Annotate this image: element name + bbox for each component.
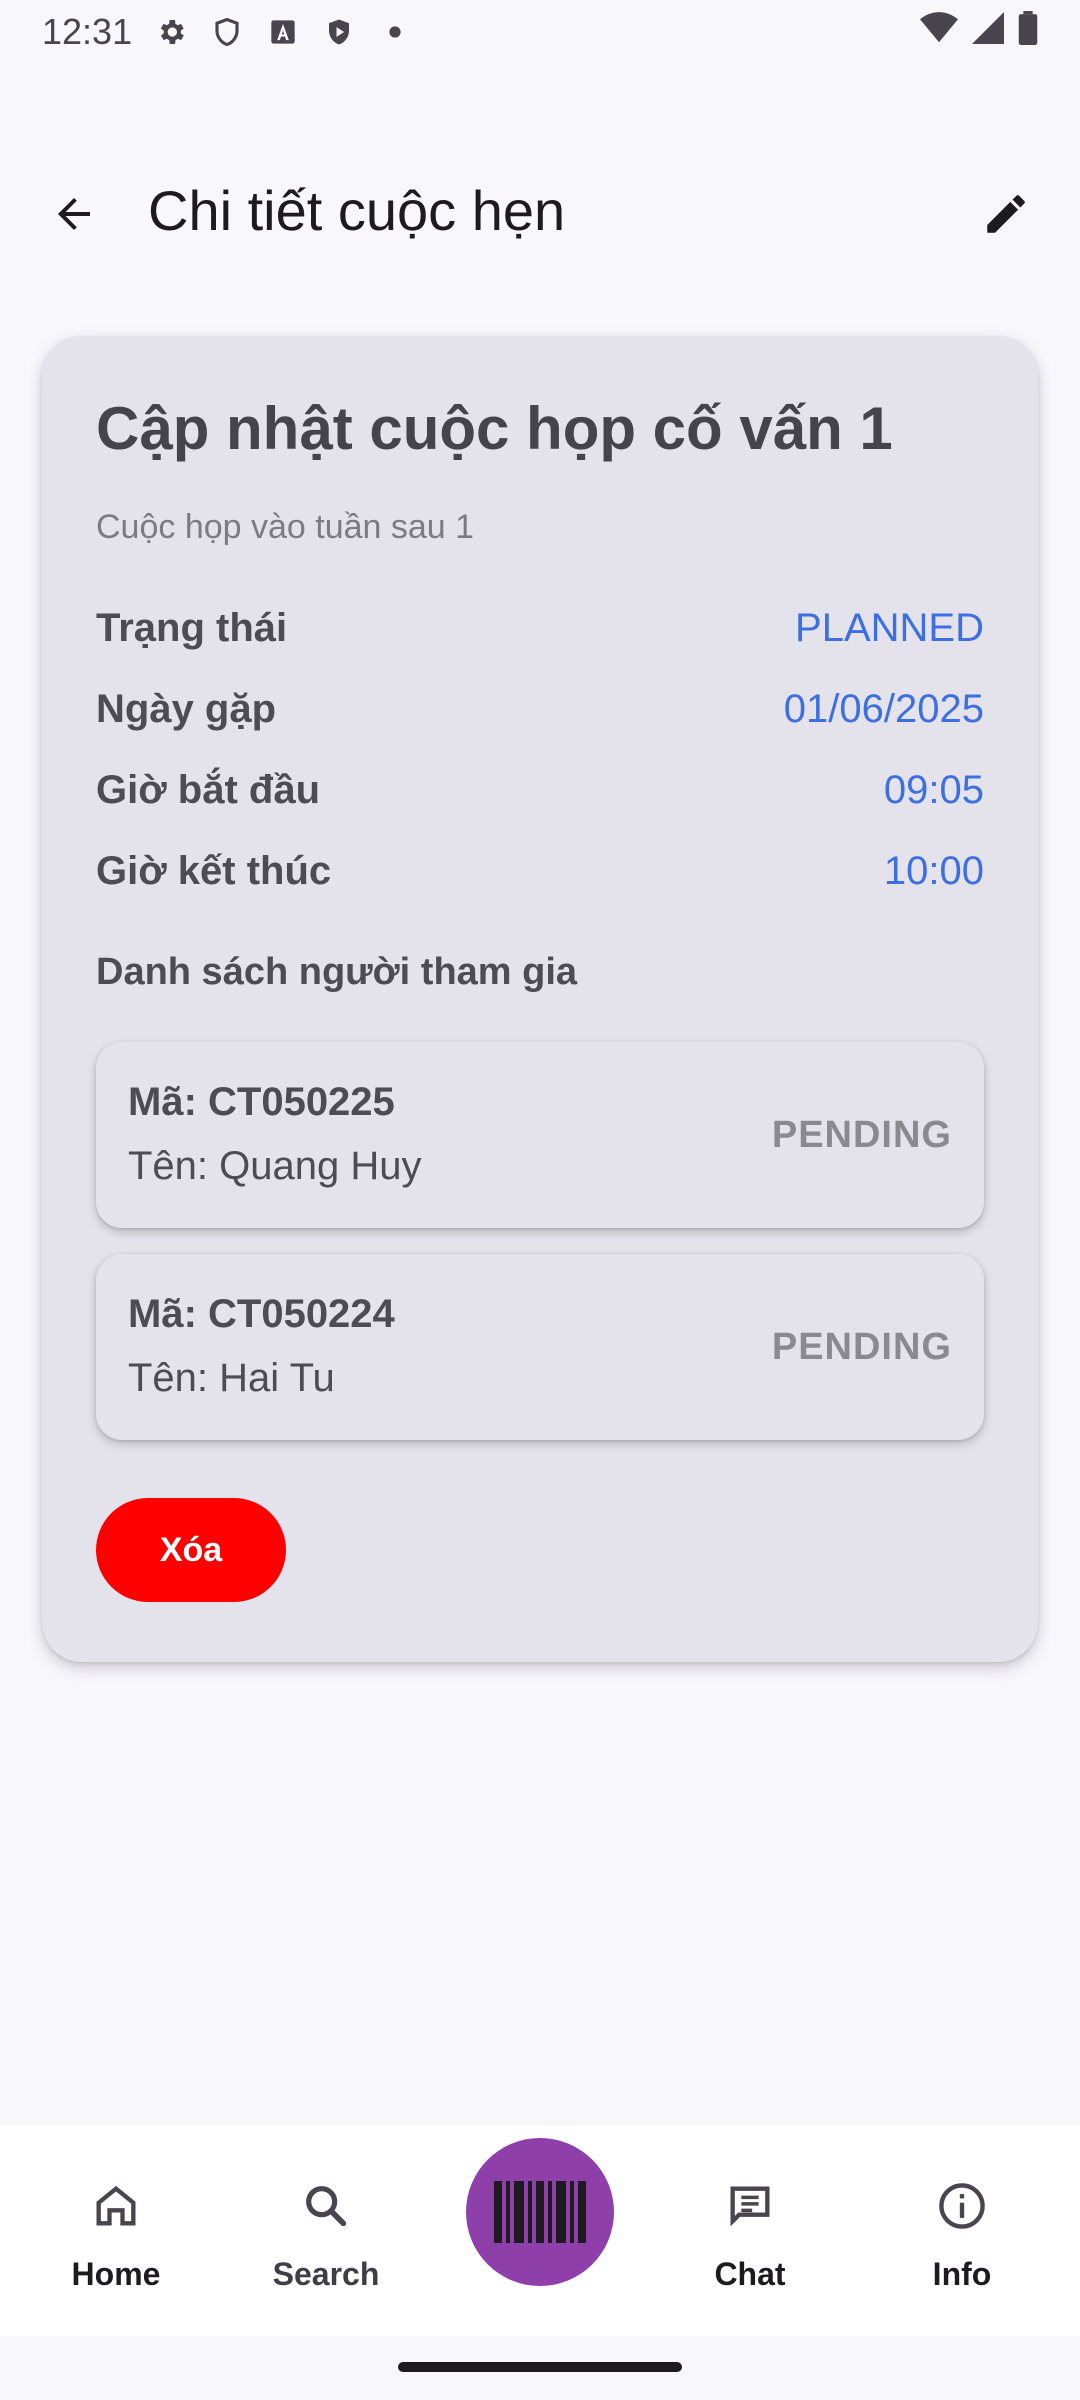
scan-barcode-button[interactable]: [466, 2138, 614, 2286]
status-bar: 12:31: [0, 0, 1080, 64]
nav-search-label: Search: [272, 2256, 380, 2292]
start-time-label: Giờ bắt đầu: [96, 767, 321, 812]
participant-name: Tên: Quang Huy: [128, 1144, 422, 1188]
participant-code: Mã: CT050225: [128, 1080, 395, 1124]
nav-info-label: Info: [932, 2256, 992, 2292]
nav-chat-label: Chat: [714, 2256, 786, 2292]
chat-icon: [722, 2178, 778, 2234]
date-label: Ngày gặp: [96, 686, 277, 731]
nav-home[interactable]: Home: [26, 2178, 206, 2308]
dot-icon: [378, 15, 412, 49]
gear-icon: [154, 15, 188, 49]
appointment-subtitle: Cuộc họp vào tuần sau 1: [96, 508, 475, 546]
status-value: PLANNED: [795, 605, 984, 650]
wifi-icon: [920, 11, 958, 53]
pencil-icon: [987, 195, 1025, 233]
search-icon: [298, 2178, 354, 2234]
shield-icon: [210, 15, 244, 49]
back-button[interactable]: [40, 180, 108, 248]
page-title: Chi tiết cuộc hẹn: [148, 179, 566, 242]
top-app-bar: Chi tiết cuộc hẹn: [0, 150, 1080, 270]
start-time-value: 09:05: [883, 767, 984, 812]
status-time: 12:31: [42, 11, 133, 52]
barcode-icon: [494, 2181, 586, 2243]
battery-icon: [1018, 10, 1038, 54]
participant-name: Tên: Hai Tu: [128, 1356, 335, 1400]
participant-status-badge: PENDING: [771, 1326, 952, 1368]
date-value: 01/06/2025: [783, 686, 984, 731]
date-row: Ngày gặp 01/06/2025: [96, 679, 984, 739]
nav-info[interactable]: Info: [872, 2178, 1052, 2308]
participant-code: Mã: CT050224: [128, 1292, 395, 1336]
status-row: Trạng thái PLANNED: [96, 598, 984, 658]
participant-card[interactable]: Mã: CT050224 Tên: Hai Tu PENDING: [96, 1254, 984, 1440]
nav-home-label: Home: [71, 2256, 161, 2292]
start-time-row: Giờ bắt đầu 09:05: [96, 760, 984, 820]
end-time-row: Giờ kết thúc 10:00: [96, 841, 984, 901]
edit-button[interactable]: [972, 180, 1040, 248]
end-time-value: 10:00: [883, 848, 984, 893]
appointment-title: Cập nhật cuộc họp cố vấn 1: [96, 395, 893, 462]
signal-icon: [972, 11, 1004, 53]
bottom-navigation: Home Search Chat Info: [0, 2126, 1080, 2336]
delete-button[interactable]: Xóa: [96, 1498, 286, 1602]
home-indicator[interactable]: [398, 2362, 682, 2372]
home-icon: [88, 2178, 144, 2234]
info-icon: [934, 2178, 990, 2234]
font-a-icon: [266, 15, 300, 49]
end-time-label: Giờ kết thúc: [96, 848, 332, 893]
participant-status-badge: PENDING: [771, 1114, 952, 1156]
nav-chat[interactable]: Chat: [660, 2178, 840, 2308]
status-label: Trạng thái: [96, 605, 288, 650]
participant-card[interactable]: Mã: CT050225 Tên: Quang Huy PENDING: [96, 1042, 984, 1228]
nav-search[interactable]: Search: [236, 2178, 416, 2308]
play-protect-icon: [322, 15, 356, 49]
arrow-back-icon: [58, 198, 90, 230]
participants-section-title: Danh sách người tham gia: [96, 951, 578, 993]
appointment-card: Cập nhật cuộc họp cố vấn 1 Cuộc họp vào …: [42, 336, 1038, 1662]
